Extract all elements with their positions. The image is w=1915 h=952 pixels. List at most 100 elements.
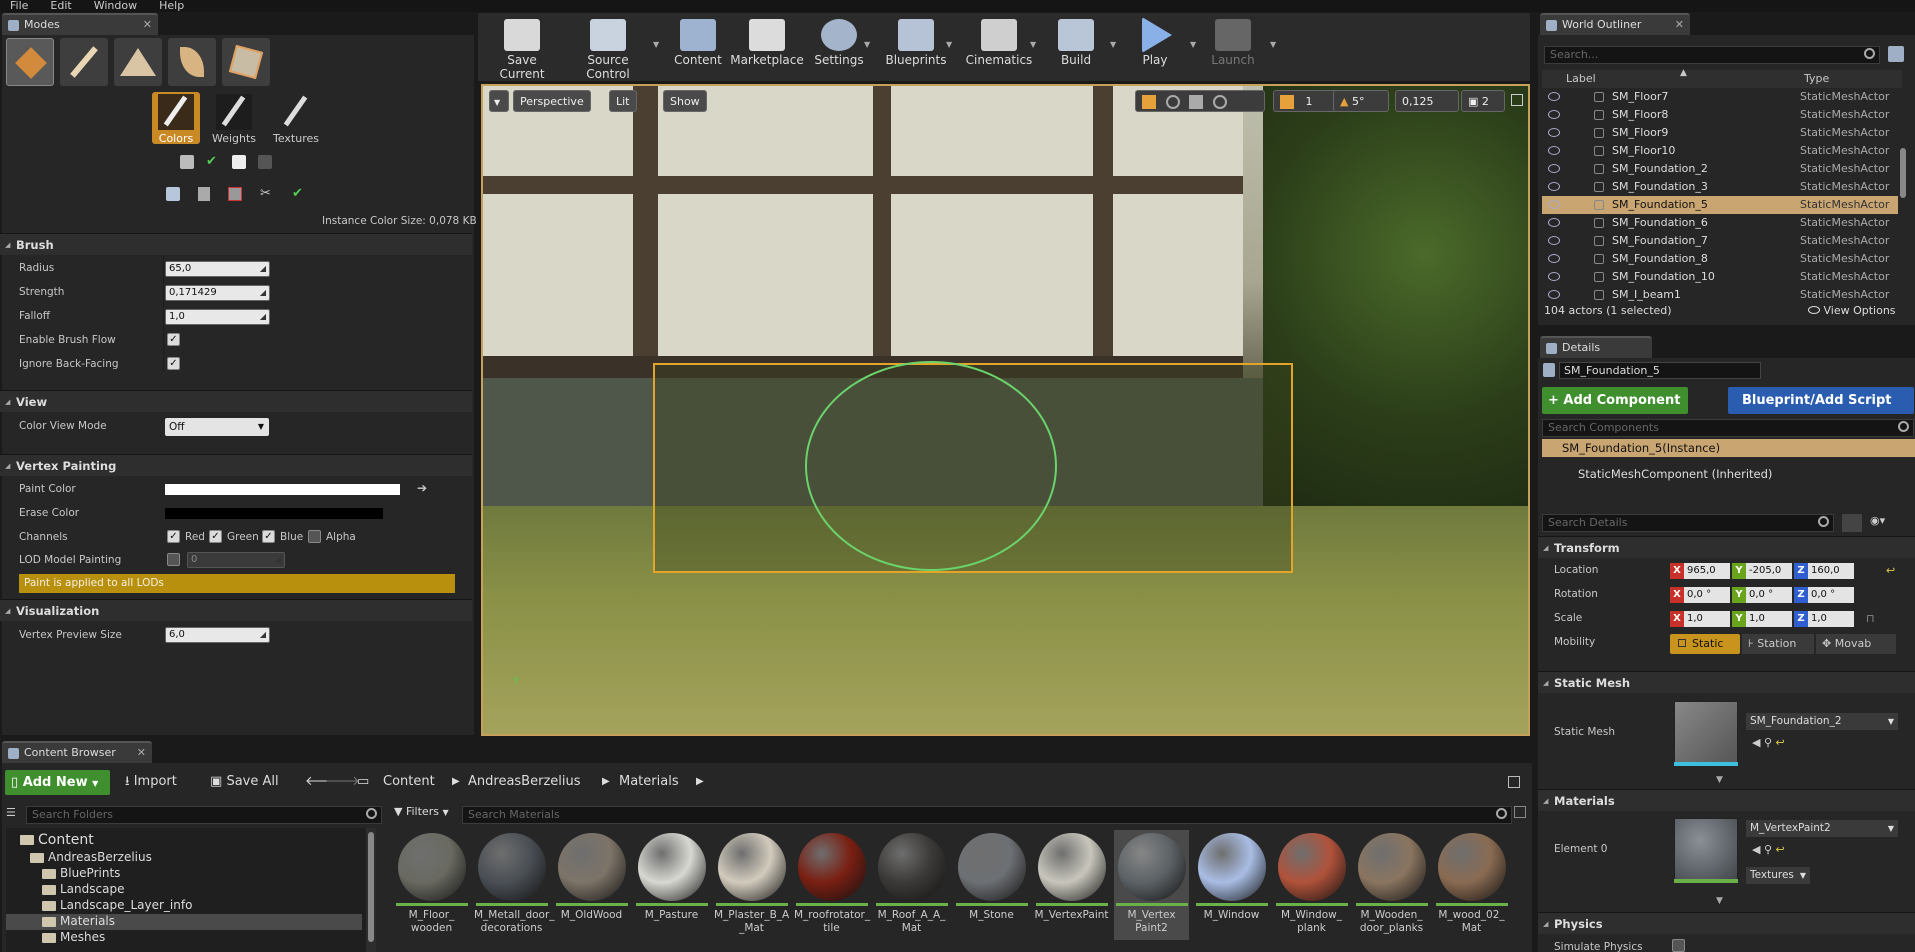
view-options-button[interactable]: View Options [1808,304,1896,317]
close-icon[interactable]: ✕ [143,15,152,35]
rotation-snap[interactable]: ▲ 5° [1333,90,1389,112]
chevron-down-icon[interactable]: ▼ [1110,40,1116,49]
show-button[interactable]: Show [663,90,707,112]
eye-icon[interactable] [1548,182,1560,191]
material-asset[interactable]: M_roofrotator_ tile [794,830,870,940]
maximize-icon[interactable] [1511,94,1523,106]
brush-section-header[interactable]: Brush [0,233,472,256]
erase-color-swatch[interactable] [165,508,383,519]
outliner-row[interactable]: SM_Floor8 StaticMeshActor [1542,106,1898,124]
menu-help[interactable]: Help [159,0,184,12]
outliner-row[interactable]: SM_Floor10 StaticMeshActor [1542,142,1898,160]
simulate-physics-checkbox[interactable] [1672,939,1685,952]
weights-tool-button[interactable]: Weights [210,92,258,145]
mesh-browse-icons[interactable]: ◀ ⚲ ↩ [1752,736,1785,749]
landscape-mode-icon[interactable] [114,38,162,86]
save-all-button[interactable]: ▣ Save All [210,770,279,794]
channel-alpha-checkbox[interactable] [308,530,321,543]
import-icon[interactable] [166,187,180,201]
apply-icon[interactable]: ✔ [292,187,306,201]
physics-section-header[interactable]: Physics [1538,912,1915,935]
rotation-z-input[interactable]: 0,0 ° [1808,587,1854,603]
rotation-y-input[interactable]: 0,0 ° [1746,587,1792,603]
material-asset[interactable]: M_Window_ plank [1274,830,1349,940]
lock-icon[interactable]: ⊓ [1866,612,1875,625]
view-section-header[interactable]: View [0,390,472,413]
ignore-backfacing-checkbox[interactable]: ✓ [167,357,180,370]
materials-section-header[interactable]: Materials [1538,789,1915,812]
scale-label[interactable]: Scale [1554,612,1582,624]
world-icon[interactable] [1212,95,1227,109]
eye-icon[interactable] [1548,236,1560,245]
filters-button[interactable]: ▼ Filters ▼ [394,805,449,818]
search-materials-input[interactable]: Search Materials [462,806,1512,824]
add-component-button[interactable]: + Add Component [1542,387,1688,414]
check-icon[interactable]: ✔ [206,155,220,169]
location-x-input[interactable]: 965,0 [1684,563,1730,579]
swap-colors-icon[interactable]: ➔ [417,481,427,495]
scale-icon[interactable] [1189,95,1203,109]
channel-blue-checkbox[interactable]: ✓ [262,530,275,543]
tree-item-landscape-layer-info[interactable]: Landscape_Layer_info [42,898,192,912]
actor-name-input[interactable]: SM_Foundation_5 [1559,362,1761,379]
outliner-scrollbar[interactable] [1900,148,1906,198]
outliner-row[interactable]: SM_I_beam1 StaticMeshActor [1542,286,1898,304]
search-components-input[interactable]: Search Components [1542,419,1914,437]
blueprints-button[interactable]: Blueprints [879,14,953,74]
cinematics-button[interactable]: Cinematics [961,14,1037,74]
menu-window[interactable]: Window [94,0,137,12]
blueprint-add-script-button[interactable]: Blueprint/Add Script [1728,387,1914,414]
asset-view-options-icon[interactable] [1514,806,1526,818]
chevron-down-icon[interactable]: ▼ [1190,40,1196,49]
material-asset[interactable]: M_Floor_ wooden [394,830,469,940]
outliner-row[interactable]: SM_Foundation_10 StaticMeshActor [1542,268,1898,286]
eye-icon[interactable]: ◉▾ [1870,514,1900,532]
tree-item-materials[interactable]: Materials [42,914,115,928]
outliner-row[interactable]: SM_Floor9 StaticMeshActor [1542,124,1898,142]
copy-icon[interactable] [232,155,246,169]
menu-file[interactable]: File [10,0,28,12]
tree-item-landscape[interactable]: Landscape [42,882,124,896]
tab-modes[interactable]: Modes ✕ [2,13,158,35]
paint-mode-icon[interactable] [60,38,108,86]
chevron-down-icon[interactable]: ▼ [1030,40,1036,49]
add-new-button[interactable]: ▯ Add New ▼ [5,770,110,795]
outliner-row[interactable]: SM_Foundation_2 StaticMeshActor [1542,160,1898,178]
label-column-header[interactable]: Label [1566,72,1596,85]
play-button[interactable]: Play [1130,14,1180,74]
scale-x-input[interactable]: 1,0 [1684,611,1730,627]
import-button[interactable]: ⭳ Import [125,770,177,794]
close-icon[interactable]: ✕ [1675,15,1684,35]
eye-icon[interactable] [1548,254,1560,263]
outliner-search-input[interactable]: Search... [1544,46,1880,64]
collections-icon[interactable]: ☰ [6,806,22,822]
translate-icon[interactable] [1142,95,1156,109]
chevron-down-icon[interactable]: ▼ [946,40,952,49]
chevron-down-icon[interactable]: ▼ [864,40,870,49]
mobility-movable-button[interactable]: ✥ Movab [1816,634,1896,654]
outliner-row[interactable]: SM_Floor7 StaticMeshActor [1542,88,1898,106]
material-asset[interactable]: M_wood_02_ Mat [1434,830,1509,940]
place-mode-icon[interactable] [6,38,54,86]
outliner-row[interactable]: SM_Foundation_6 StaticMeshActor [1542,214,1898,232]
transform-section-header[interactable]: Transform [1538,536,1915,559]
material-asset[interactable]: M_Window [1194,830,1269,940]
outliner-row[interactable]: SM_Foundation_5 StaticMeshActor [1542,196,1898,214]
vertex-preview-size-input[interactable]: 6,0 [165,627,270,643]
outliner-row[interactable]: SM_Foundation_7 StaticMeshActor [1542,232,1898,250]
tab-content-browser[interactable]: Content Browser ✕ [2,741,152,763]
launch-button[interactable]: Launch [1206,14,1260,74]
tree-scrollbar[interactable] [366,828,376,952]
add-icon[interactable] [1888,46,1904,62]
remove-icon[interactable] [228,187,242,201]
foliage-mode-icon[interactable] [168,38,216,86]
camera-speed[interactable]: ▣ 2 [1461,90,1505,112]
visualization-section-header[interactable]: Visualization [0,599,472,622]
chevron-down-icon[interactable]: ▼ [1270,40,1276,49]
level-viewport[interactable]: Y ▼ Perspective Lit Show 1 ▲ 5° 0,125 ▣ … [481,84,1530,736]
perspective-button[interactable]: Perspective [513,90,591,112]
eye-icon[interactable] [1548,110,1560,119]
search-details-input[interactable]: Search Details [1542,514,1834,532]
close-icon[interactable]: ✕ [137,743,146,763]
tab-details[interactable]: Details [1540,336,1652,358]
